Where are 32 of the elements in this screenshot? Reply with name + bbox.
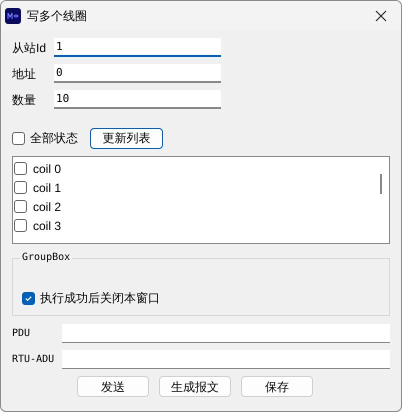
field-label: 从站Id xyxy=(12,40,48,56)
field-label: PDU xyxy=(12,327,32,341)
app-icon xyxy=(5,8,21,24)
field-label: 地址 xyxy=(12,66,37,82)
coil-label[interactable]: coil 0 xyxy=(33,160,62,178)
action-button[interactable]: 生成报文 xyxy=(159,376,231,397)
group-title: GroupBox xyxy=(20,251,72,265)
coil-label[interactable]: coil 2 xyxy=(33,198,62,216)
checkbox-label: 全部状态 xyxy=(30,130,78,147)
input-field[interactable]: 0 xyxy=(54,64,221,83)
input-field[interactable] xyxy=(62,324,390,343)
coil-label[interactable]: coil 1 xyxy=(33,178,62,196)
checkbox[interactable] xyxy=(22,292,35,304)
checkbox[interactable] xyxy=(14,219,27,232)
action-button[interactable]: 保存 xyxy=(241,376,313,397)
field-label: RTU-ADU xyxy=(12,353,56,367)
checkbox-label: 执行成功后关闭本窗口 xyxy=(40,290,160,307)
action-button[interactable]: 发送 xyxy=(77,376,149,397)
checkbox[interactable] xyxy=(14,200,27,213)
field-label: 数量 xyxy=(12,92,37,108)
checkbox[interactable] xyxy=(14,162,27,175)
scrollbar-thumb[interactable] xyxy=(380,174,382,194)
input-field[interactable]: 1 xyxy=(54,38,221,57)
coil-label[interactable]: coil 3 xyxy=(33,216,62,234)
refresh-button[interactable]: 更新列表 xyxy=(90,128,163,148)
close-icon xyxy=(375,10,387,22)
input-field[interactable] xyxy=(62,350,390,369)
checkbox[interactable] xyxy=(12,132,25,144)
window-title: 写多个线圈 xyxy=(27,8,87,24)
input-field[interactable]: 10 xyxy=(54,90,221,109)
check-icon xyxy=(24,294,33,302)
checkbox[interactable] xyxy=(14,181,27,194)
